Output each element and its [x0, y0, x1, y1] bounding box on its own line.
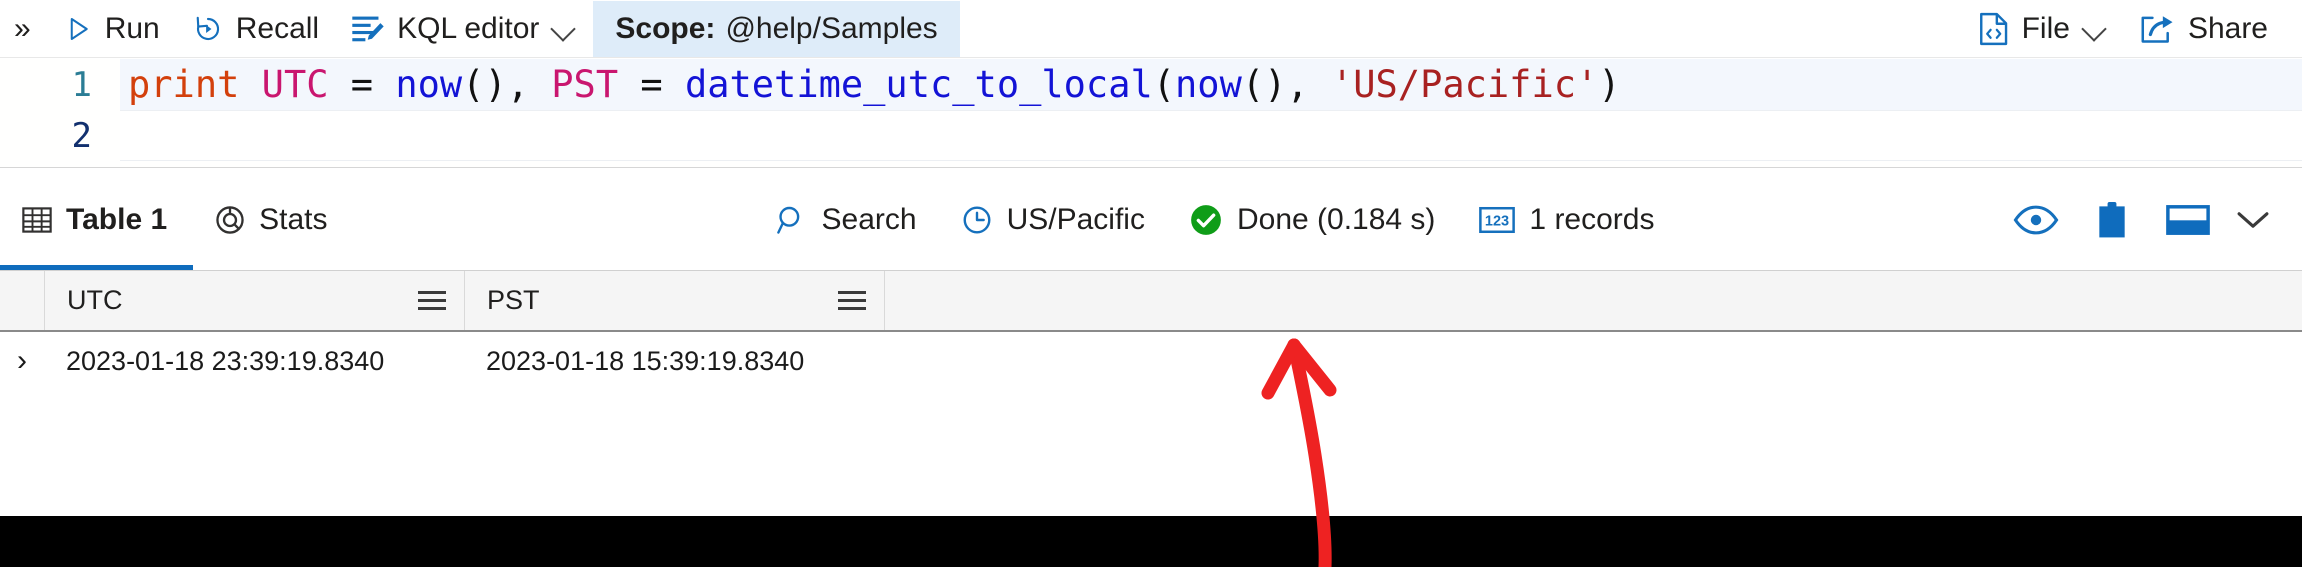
cell-pst: 2023-01-18 15:39:19.8340	[486, 345, 805, 376]
success-check-icon	[1189, 203, 1223, 237]
token-punctuation: )	[1598, 63, 1621, 106]
kql-editor-label: KQL editor	[397, 11, 540, 45]
overflow-chevron-label: »	[14, 11, 31, 45]
table-row[interactable]: › 2023-01-18 23:39:19.8340 2023-01-18 15…	[0, 332, 2302, 390]
query-status: Done (0.184 s)	[1167, 203, 1457, 237]
record-count: 123 1 records	[1457, 203, 1676, 237]
token-keyword-print: print	[128, 63, 240, 106]
kql-query-editor[interactable]: 1 print UTC = now (), PST = datetime_utc…	[0, 59, 2302, 168]
kql-editor-icon	[351, 14, 385, 44]
tab-table-1[interactable]: Table 1	[0, 169, 194, 270]
numbers-123-icon: 123	[1479, 205, 1516, 235]
command-bar-left-group: » Run Recall KQL editor Scope: @help/Sam…	[0, 0, 960, 57]
chevron-down-icon[interactable]	[2082, 16, 2108, 42]
command-bar-right-group: File Share	[1962, 0, 2302, 57]
play-icon	[63, 14, 93, 44]
column-menu-icon[interactable]	[838, 291, 884, 310]
token-column-utc: UTC	[261, 63, 329, 106]
chevron-down-icon[interactable]	[551, 16, 577, 42]
column-header-utc-label: UTC	[67, 285, 123, 315]
file-menu-label: File	[2021, 11, 2070, 45]
token-punctuation: (	[1152, 63, 1176, 106]
tab-stats[interactable]: Stats	[193, 169, 353, 270]
grid-header-row: UTC PST	[0, 270, 2302, 332]
code-line-2[interactable]: 2	[0, 110, 2302, 161]
run-button-label: Run	[104, 11, 160, 45]
code-line-1[interactable]: 1 print UTC = now (), PST = datetime_utc…	[0, 59, 2302, 110]
search-button[interactable]: Search	[754, 203, 939, 237]
file-menu-button[interactable]: File	[1962, 0, 2124, 57]
row-expander-icon[interactable]: ›	[0, 344, 44, 378]
query-status-label: Done (0.184 s)	[1236, 202, 1436, 236]
recall-button-label: Recall	[235, 11, 320, 45]
scope-value: @help/Samples	[725, 11, 938, 45]
overflow-chevron-icon[interactable]: »	[0, 0, 47, 57]
timezone-selector[interactable]: US/Pacific	[939, 203, 1167, 237]
share-button[interactable]: Share	[2124, 0, 2284, 57]
code-line-2-content[interactable]	[120, 110, 2302, 161]
clipboard-icon[interactable]	[2074, 185, 2150, 255]
kql-editor-button[interactable]: KQL editor	[335, 0, 593, 57]
kusto-explorer-window: » Run Recall KQL editor Scope: @help/Sam…	[0, 0, 2302, 567]
token-operator-equals: =	[350, 63, 374, 106]
column-menu-icon[interactable]	[418, 291, 464, 310]
scope-selector[interactable]: Scope: @help/Samples	[593, 0, 960, 57]
panel-layout-icon[interactable]	[2150, 185, 2226, 255]
share-icon	[2140, 13, 2176, 45]
recall-button[interactable]: Recall	[176, 0, 335, 57]
search-button-label: Search	[821, 202, 917, 236]
results-tools-group: Search US/Pacific Done (0.184 s) 123 1 r…	[754, 203, 1677, 237]
token-function-datetime-utc-to-local: datetime_utc_to_local	[684, 63, 1153, 106]
scope-label: Scope:	[615, 11, 716, 45]
column-header-filler	[884, 271, 2302, 330]
stats-donut-icon	[215, 205, 245, 235]
token-function-now: now	[1175, 63, 1242, 106]
run-button[interactable]: Run	[47, 0, 176, 57]
timezone-value: US/Pacific	[1006, 202, 1145, 236]
token-punctuation: (),	[462, 63, 552, 106]
bottom-black-bar	[0, 516, 2302, 567]
token-string-us-pacific: 'US/Pacific'	[1330, 63, 1599, 106]
svg-text:123: 123	[1485, 213, 1509, 229]
token-column-pst: PST	[551, 63, 619, 106]
grid-header-expander-spacer	[0, 271, 44, 330]
tab-table-1-label: Table 1	[66, 202, 168, 236]
search-icon	[776, 204, 808, 236]
results-toolbar: Table 1 Stats Search US/Pacific Done (0.…	[0, 169, 2302, 270]
column-header-pst-label: PST	[487, 285, 540, 315]
command-bar: » Run Recall KQL editor Scope: @help/Sam…	[0, 0, 2302, 58]
cell-utc: 2023-01-18 23:39:19.8340	[66, 345, 385, 376]
line-number-2: 2	[71, 115, 92, 156]
column-header-pst[interactable]: PST	[464, 271, 884, 330]
tab-stats-label: Stats	[259, 202, 328, 236]
results-tabs: Table 1 Stats	[0, 169, 354, 270]
results-grid: UTC PST › 2023-01-18 23:39:19.8340 2023-…	[0, 270, 2302, 390]
token-punctuation: (),	[1241, 63, 1331, 106]
share-button-label: Share	[2187, 11, 2268, 45]
token-function-now: now	[395, 63, 463, 106]
code-line-1-content[interactable]: print UTC = now (), PST = datetime_utc_t…	[120, 59, 2302, 110]
column-header-utc[interactable]: UTC	[44, 271, 464, 330]
token-operator-equals: =	[640, 63, 663, 106]
recall-icon	[192, 13, 224, 45]
record-count-label: 1 records	[1529, 202, 1655, 236]
chevron-down-icon[interactable]	[2226, 185, 2280, 255]
clock-icon	[961, 204, 993, 236]
table-icon	[22, 206, 52, 234]
eye-icon[interactable]	[1998, 185, 2074, 255]
file-code-icon	[1978, 12, 2010, 46]
line-number-1: 1	[71, 64, 92, 105]
results-right-icons	[1998, 185, 2302, 255]
